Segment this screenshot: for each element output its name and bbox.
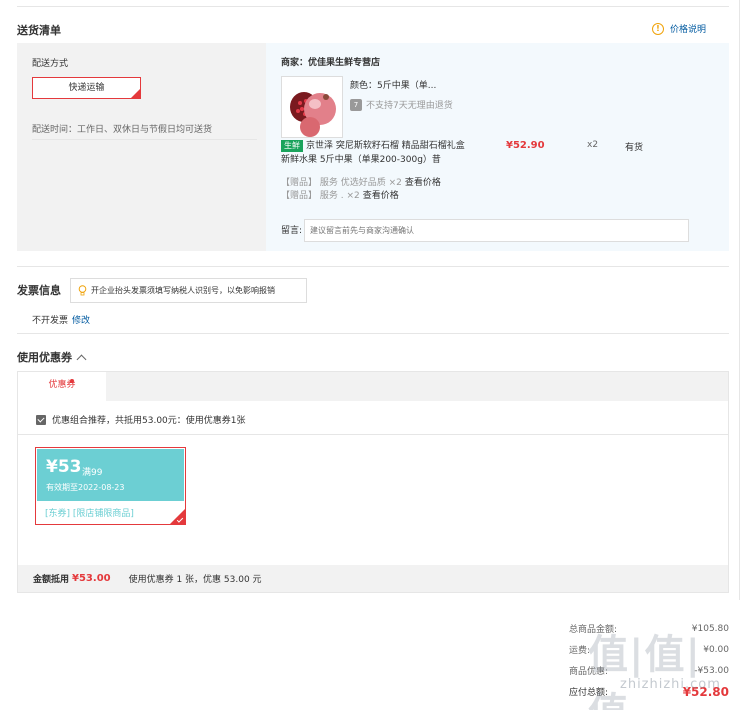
divider [17, 266, 729, 267]
delivery-section-title: 送货清单 [17, 24, 61, 37]
divider [17, 6, 729, 7]
combo-text: 优惠组合推荐，共抵用53.00元：使用优惠券1张 [52, 416, 246, 426]
deduct-label: 金额抵用 [33, 575, 70, 585]
coupon-footer: 金额抵用 ¥53.00 使用优惠券 1 张，优惠 53.00 元 [18, 565, 728, 592]
combo-recommend[interactable]: 优惠组合推荐，共抵用53.00元：使用优惠券1张 [36, 413, 246, 426]
deduct-amount: ¥53.00 [72, 573, 111, 584]
invoice-tip: 开企业抬头发票须填写纳税人识别号，以免影响报销 [70, 278, 307, 303]
modify-invoice-link[interactable]: 修改 [72, 316, 90, 326]
coupon-panel: 优惠券 优惠组合推荐，共抵用53.00元：使用优惠券1张 ¥53 满99 有效期… [17, 371, 729, 593]
coupon-section-title: 使用优惠券 [17, 351, 72, 364]
divider [18, 434, 728, 435]
shipping-method-label: 配送方式 [32, 59, 69, 69]
coupon-threshold: 满99 [82, 468, 103, 478]
lightbulb-icon [78, 285, 87, 296]
product-name-text: 京世泽 突尼斯软籽石榴 精品甜石榴礼盒新鲜水果 5斤中果（单果200-300g）… [281, 141, 465, 165]
coupon-section-toggle[interactable]: 使用优惠券 [17, 349, 87, 365]
price-help-label: 价格说明 [670, 25, 707, 35]
no-return-text: 不支持7天无理由退货 [366, 101, 453, 111]
pomegranate-image [282, 77, 342, 137]
fresh-tag: 生鲜 [281, 140, 303, 152]
express-delivery-button[interactable]: 快递运输 [32, 77, 141, 99]
coupon-scope: [东券] [限店铺限商品] [45, 509, 134, 519]
price-help-link[interactable]: ! 价格说明 [652, 22, 706, 35]
invoice-section-title: 发票信息 [17, 284, 61, 297]
coupon-tabs: 优惠券 [18, 372, 728, 401]
stock-status: 有货 [625, 143, 644, 153]
new-dot-icon [70, 379, 74, 383]
invoice-status-text: 不开发票 [32, 316, 69, 326]
summary-key: 运费: [569, 646, 591, 656]
gift-item: 【赠品】 服务 优选好品质 ×2 查看价格 [281, 175, 441, 188]
gift-text: 【赠品】 服务 优选好品质 ×2 [281, 178, 402, 188]
combo-checkbox[interactable] [36, 414, 46, 425]
express-delivery-label: 快递运输 [68, 83, 105, 93]
divider [32, 139, 257, 140]
selected-corner-icon [131, 89, 140, 98]
view-price-link[interactable]: 查看价格 [363, 191, 399, 201]
coupon-card[interactable]: ¥53 满99 有效期至2022-08-23 [东券] [限店铺限商品] [35, 447, 186, 525]
merchant-name: 商家：优佳果生鲜专营店 [281, 58, 381, 68]
watermark-url: zhizhizhi.com [620, 677, 721, 692]
note-label: 留言: [281, 226, 303, 236]
product-price: ¥52.90 [506, 140, 545, 151]
product-image[interactable] [281, 76, 343, 138]
product-quantity: x2 [587, 140, 599, 150]
gift-item: 【赠品】 服务 . ×2 查看价格 [281, 188, 399, 201]
coupon-expiry: 有效期至2022-08-23 [46, 483, 125, 492]
invoice-status: 不开发票 修改 [32, 313, 90, 326]
no-return-notice: 7 不支持7天无理由退货 [350, 98, 453, 111]
tab-coupons[interactable]: 优惠券 [18, 372, 106, 401]
product-name[interactable]: 生鲜 京世泽 突尼斯软籽石榴 精品甜石榴礼盒新鲜水果 5斤中果（单果200-300… [281, 139, 466, 167]
product-color: 颜色：5斤中果（单... [350, 81, 437, 91]
warning-icon: ! [652, 22, 664, 35]
chevron-up-icon [76, 354, 87, 364]
delivery-time-text: 配送时间：工作日、双休日与节假日均可送货 [32, 125, 213, 135]
coupon-amount: ¥53 [46, 457, 82, 477]
note-input[interactable] [304, 219, 689, 242]
coupon-card-header: ¥53 满99 有效期至2022-08-23 [37, 449, 184, 501]
invoice-tip-text: 开企业抬头发票须填写纳税人识别号，以免影响报销 [91, 286, 275, 295]
watermark-logo: 值|值|值 [588, 631, 702, 710]
view-price-link[interactable]: 查看价格 [405, 178, 441, 188]
product-panel: 商家：优佳果生鲜专营店 颜色：5斤中果（单... 7 不支持7天无理由退货 生鲜… [266, 43, 729, 251]
shipping-panel: 配送方式 快递运输 配送时间：工作日、双休日与节假日均可送货 [17, 43, 266, 251]
gift-text: 【赠品】 服务 . ×2 [281, 191, 360, 201]
coupon-usage-text: 使用优惠券 1 张，优惠 53.00 元 [128, 575, 262, 585]
seven-day-icon: 7 [350, 98, 362, 111]
divider [17, 333, 729, 334]
